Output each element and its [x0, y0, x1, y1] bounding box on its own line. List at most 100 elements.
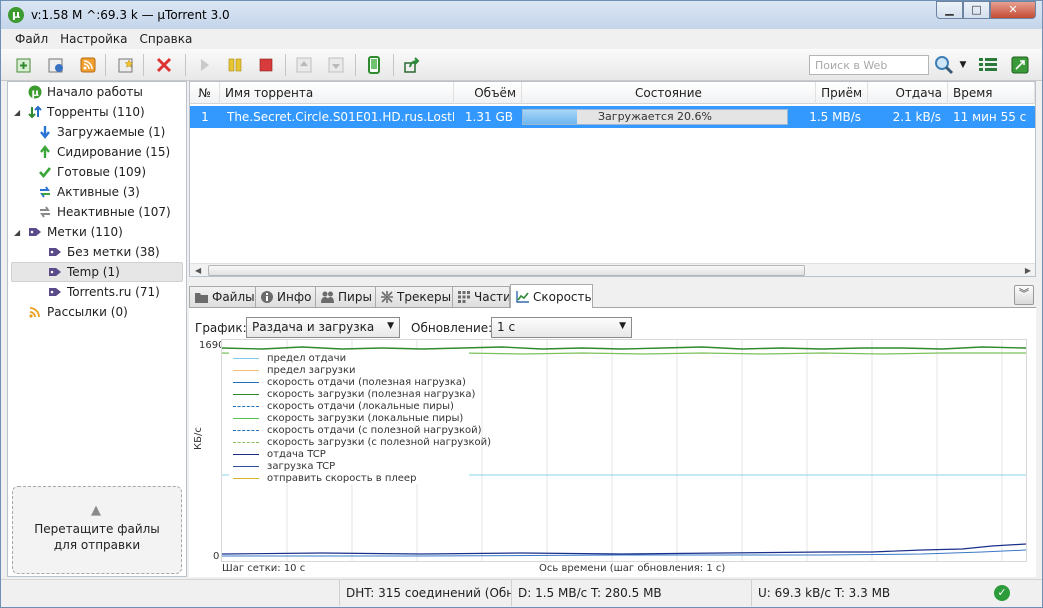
column-name[interactable]: Имя торрента — [220, 82, 454, 104]
chevron-down-icon: ▼ — [619, 321, 626, 331]
y-axis-label: КБ/с — [193, 427, 204, 450]
tab-trackers[interactable]: Трекеры — [375, 286, 453, 307]
share-icon — [404, 57, 420, 73]
sidebar-item-inactive[interactable]: Неактивные (107) — [38, 202, 171, 222]
start-button[interactable] — [193, 54, 215, 76]
scrollbar-thumb[interactable] — [208, 265, 805, 276]
sidebar-item-label: Метки (110) — [47, 225, 123, 239]
tab-files[interactable]: Файлы — [189, 286, 256, 307]
collapse-panel-button[interactable]: ︾ — [1014, 285, 1034, 305]
start-icon — [201, 59, 209, 71]
collapse-torrents-toggle[interactable]: ◢ — [14, 108, 20, 117]
remote-device-button[interactable] — [363, 54, 385, 76]
update-label: Обновление: — [411, 321, 493, 335]
column-size[interactable]: Объём — [454, 82, 522, 104]
sidebar-item-label: Торренты (110) — [47, 105, 145, 119]
add-url-icon — [48, 58, 63, 73]
label-icon — [48, 245, 62, 259]
sidebar-item-label: Сидирование (15) — [57, 145, 171, 159]
sidebar-item-label: Загружаемые (1) — [57, 125, 166, 139]
sidebar-item-active[interactable]: Активные (3) — [38, 182, 140, 202]
column-status[interactable]: Состояние — [522, 82, 816, 104]
trackers-icon — [381, 291, 393, 303]
table-row[interactable]: 1 The.Secret.Circle.S01E01.HD.rus.LostFi… — [190, 106, 1035, 128]
y-axis-min: 0 — [213, 551, 220, 562]
sidebar-item-torrents-ru[interactable]: Torrents.ru (71) — [48, 282, 160, 302]
pause-icon — [228, 58, 242, 72]
column-upload-speed[interactable]: Отдача — [868, 82, 948, 104]
sidebar-item-temp[interactable]: Temp (1) — [11, 262, 183, 282]
share-button[interactable] — [401, 54, 423, 76]
rss-button[interactable] — [77, 54, 99, 76]
svg-text:µ: µ — [32, 88, 40, 99]
speed-panel: График: Раздача и загрузка ▼ Обновление:… — [189, 308, 1036, 577]
upload-arrow-icon — [38, 145, 52, 159]
tab-pieces[interactable]: Части — [452, 286, 510, 307]
remove-button[interactable] — [153, 54, 175, 76]
add-torrent-button[interactable] — [13, 54, 35, 76]
status-dht[interactable]: DHT: 315 соединений (Обнов. — [339, 580, 511, 606]
status-download[interactable]: D: 1.5 MB/c T: 280.5 MB — [511, 580, 751, 606]
remote-icon — [1011, 56, 1029, 74]
peers-icon — [321, 291, 334, 303]
sidebar-item-labels[interactable]: Метки (110) — [28, 222, 123, 242]
move-down-button[interactable] — [325, 54, 347, 76]
sidebar-item-seeding[interactable]: Сидирование (15) — [38, 142, 170, 162]
tab-peers[interactable]: Пиры — [315, 286, 376, 307]
label-icon — [48, 285, 62, 299]
add-url-button[interactable] — [45, 54, 67, 76]
minimize-button[interactable]: ▁ — [936, 1, 963, 19]
close-button[interactable]: ✕ — [990, 1, 1036, 19]
drop-zone[interactable]: ▲ Перетащите файлы для отправки — [12, 486, 182, 574]
label-icon — [28, 225, 42, 239]
list-view-button[interactable] — [977, 54, 999, 76]
grid-step-label: Шаг сетки: 10 с — [222, 563, 306, 574]
sidebar-item-torrents[interactable]: Торренты (110) — [28, 102, 145, 122]
drop-zone-text-line2: для отправки — [53, 538, 141, 552]
menu-help[interactable]: Справка — [133, 29, 198, 49]
sidebar-item-feeds[interactable]: Рассылки (0) — [28, 302, 128, 322]
title-bar[interactable]: µ v:1.58 M ^:69.3 k — µTorrent 3.0 ▁ □ ✕ — [1, 1, 1042, 29]
sidebar-item-completed[interactable]: Готовые (109) — [38, 162, 146, 182]
graph-label: График: — [195, 321, 247, 335]
search-button[interactable] — [933, 54, 955, 76]
menu-settings[interactable]: Настройка — [54, 29, 133, 49]
sidebar-item-getting-started[interactable]: µ Начало работы — [28, 82, 143, 102]
column-download-speed[interactable]: Приём — [816, 82, 868, 104]
graph-type-select[interactable]: Раздача и загрузка ▼ — [246, 317, 400, 338]
column-number[interactable]: № — [190, 82, 220, 104]
update-interval-select[interactable]: 1 с ▼ — [491, 317, 632, 338]
sidebar-item-label: Рассылки (0) — [47, 305, 128, 319]
sidebar-item-downloading[interactable]: Загружаемые (1) — [38, 122, 165, 142]
tab-info[interactable]: Инфо — [255, 286, 316, 307]
menu-file[interactable]: Файл — [9, 29, 54, 49]
status-upload[interactable]: U: 69.3 kB/c T: 3.3 MB — [751, 580, 981, 606]
scroll-left-icon[interactable]: ◀ — [195, 264, 201, 277]
legend-item: скорость загрузки (с полезной нагрузкой) — [233, 436, 491, 448]
legend-item: отдача TCP — [233, 448, 326, 460]
network-ok-icon[interactable]: ✓ — [994, 585, 1010, 601]
scroll-right-icon[interactable]: ▶ — [1025, 264, 1031, 277]
pause-button[interactable] — [224, 54, 246, 76]
stop-button[interactable] — [255, 54, 277, 76]
feed-icon — [28, 305, 42, 319]
sidebar-item-label: Torrents.ru (71) — [67, 285, 160, 299]
upload-tcp-line — [222, 543, 1026, 555]
search-engine-dropdown[interactable]: ▼ — [957, 54, 969, 76]
search-input[interactable]: Поиск в Web — [809, 55, 929, 75]
tab-label: Части — [474, 290, 510, 304]
column-eta[interactable]: Время — [948, 82, 1035, 104]
x-axis-label: Ось времени (шаг обновления: 1 с) — [539, 563, 726, 574]
legend-item: скорость загрузки (локальные пиры) — [233, 412, 463, 424]
sidebar-item-no-label[interactable]: Без метки (38) — [48, 242, 160, 262]
main-window: µ v:1.58 M ^:69.3 k — µTorrent 3.0 ▁ □ ✕… — [0, 0, 1043, 608]
speed-chart-icon — [516, 291, 529, 303]
maximize-button[interactable]: □ — [963, 1, 990, 19]
create-torrent-button[interactable] — [115, 54, 137, 76]
collapse-labels-toggle[interactable]: ◢ — [14, 228, 20, 237]
tab-speed[interactable]: Скорость — [510, 284, 593, 309]
list-view-icon — [979, 58, 997, 71]
move-up-button[interactable] — [293, 54, 315, 76]
remote-button[interactable] — [1009, 54, 1031, 76]
horizontal-scrollbar[interactable]: ◀ ▶ — [190, 263, 1035, 276]
